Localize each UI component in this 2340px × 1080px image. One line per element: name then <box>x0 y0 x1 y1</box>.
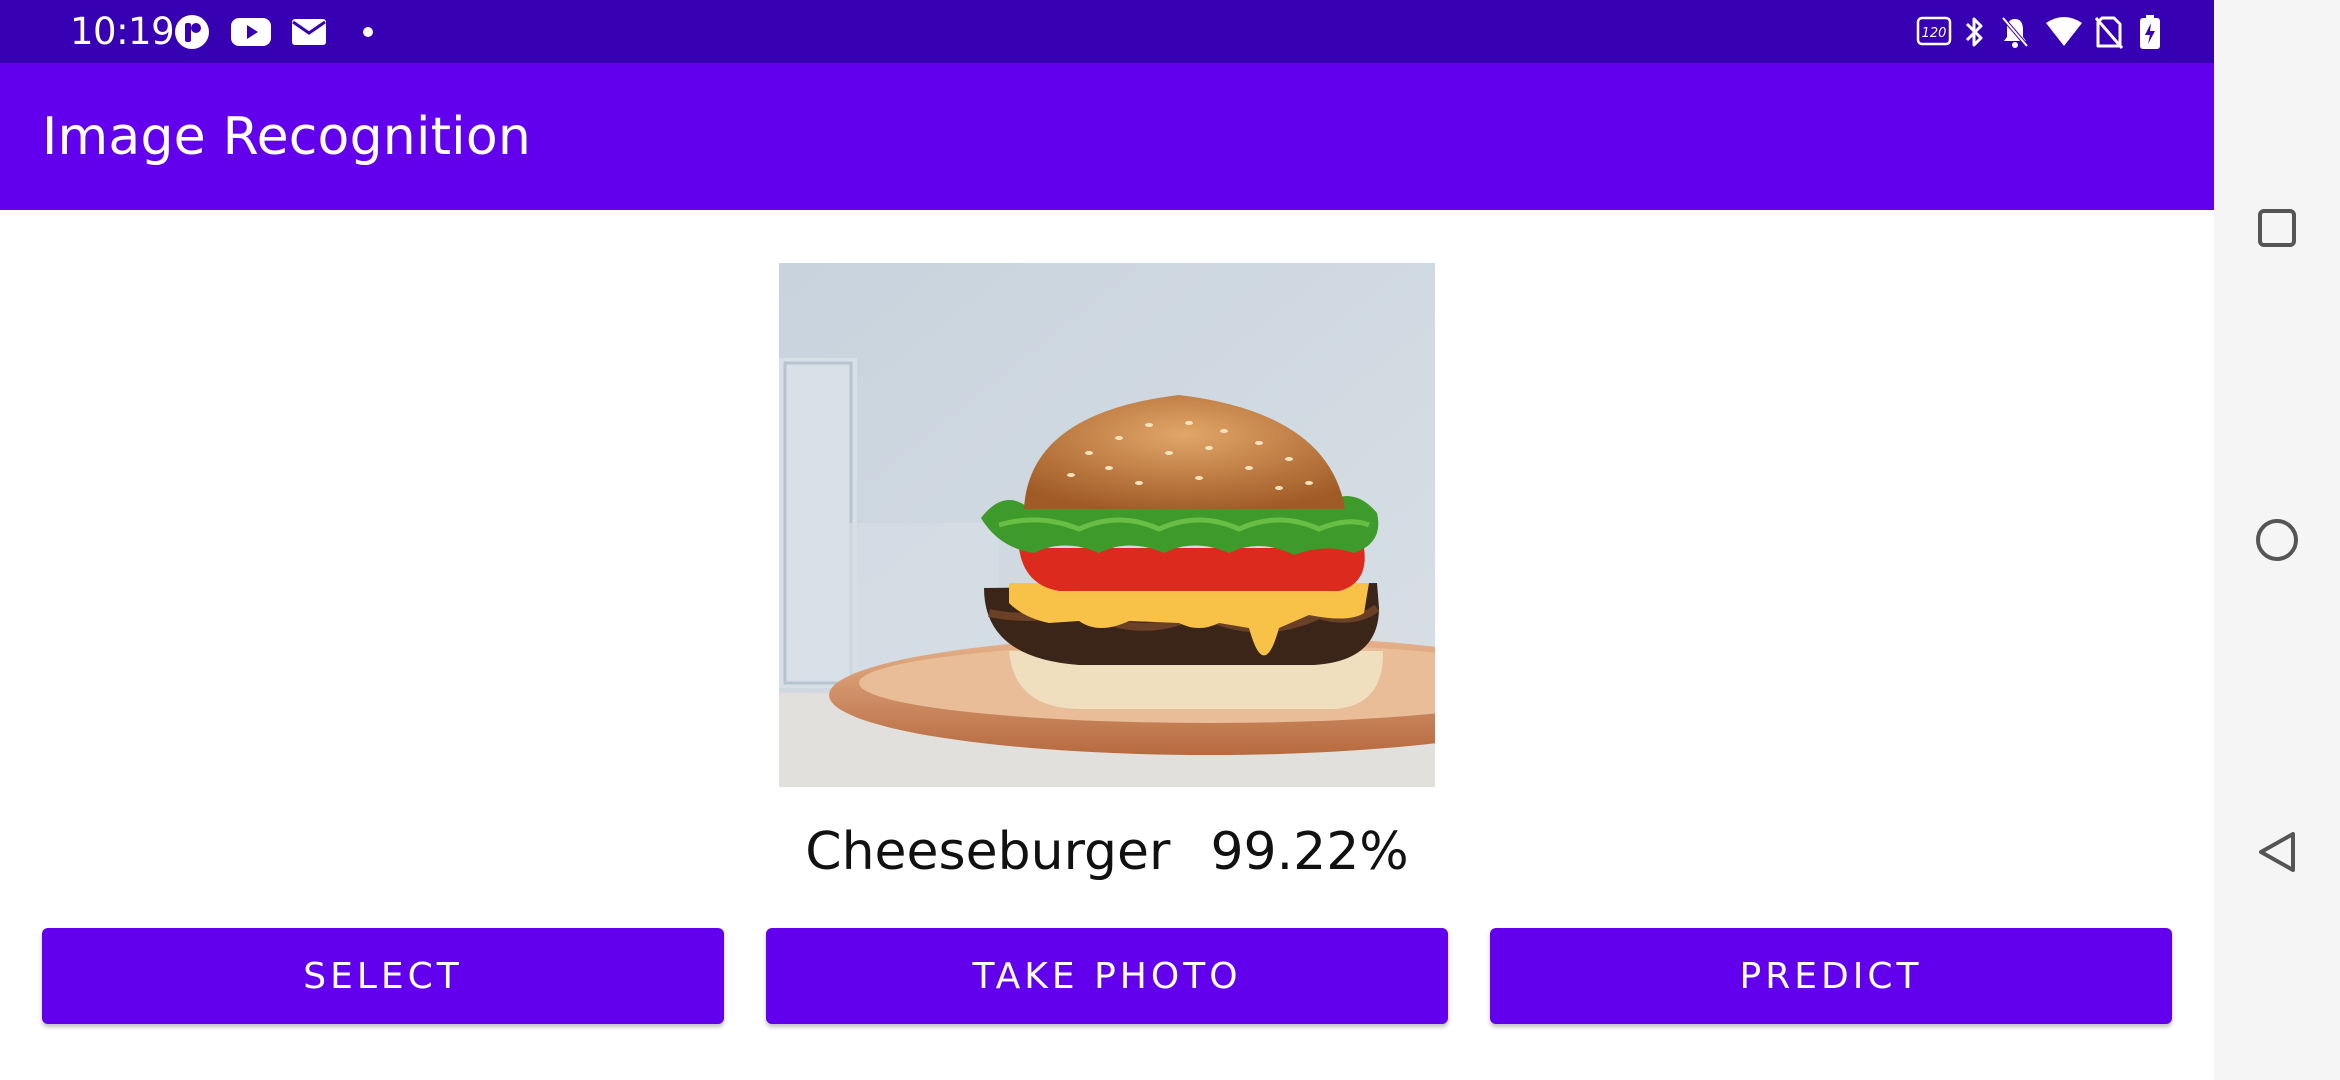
youtube-icon <box>231 18 271 46</box>
preview-image <box>779 263 1435 787</box>
battery-charging-icon <box>2140 15 2160 49</box>
app-bar: Image Recognition <box>0 63 2214 210</box>
take-photo-button[interactable]: TAKE PHOTO <box>766 928 1448 1024</box>
predict-button[interactable]: PREDICT <box>1490 928 2172 1024</box>
navigation-bar <box>2214 0 2340 1080</box>
notifications-off-icon <box>2001 16 2029 48</box>
mail-icon <box>292 19 326 45</box>
svg-text:120: 120 <box>1922 26 1947 41</box>
prediction-result: Cheeseburger 99.22% <box>779 818 1435 886</box>
app-notification-icon <box>175 15 209 49</box>
select-button[interactable]: SELECT <box>42 928 724 1024</box>
bluetooth-icon <box>1965 17 1983 47</box>
dot-icon <box>363 27 373 37</box>
recents-square-icon[interactable] <box>2245 196 2309 260</box>
status-bar: 10:19 120 <box>0 0 2214 63</box>
home-circle-icon[interactable] <box>2245 508 2309 572</box>
refresh-rate-120hz-icon: 120 <box>1916 16 1952 46</box>
status-time: 10:19 <box>70 10 175 53</box>
page-title: Image Recognition <box>42 107 531 167</box>
prediction-confidence: 99.22% <box>1210 822 1409 882</box>
prediction-label: Cheeseburger <box>805 822 1171 882</box>
main-content: Cheeseburger 99.22% SELECT TAKE PHOTO PR… <box>0 210 2214 1080</box>
wifi-icon <box>2046 17 2082 46</box>
back-triangle-icon[interactable] <box>2245 820 2309 884</box>
no-sim-icon <box>2094 16 2124 49</box>
